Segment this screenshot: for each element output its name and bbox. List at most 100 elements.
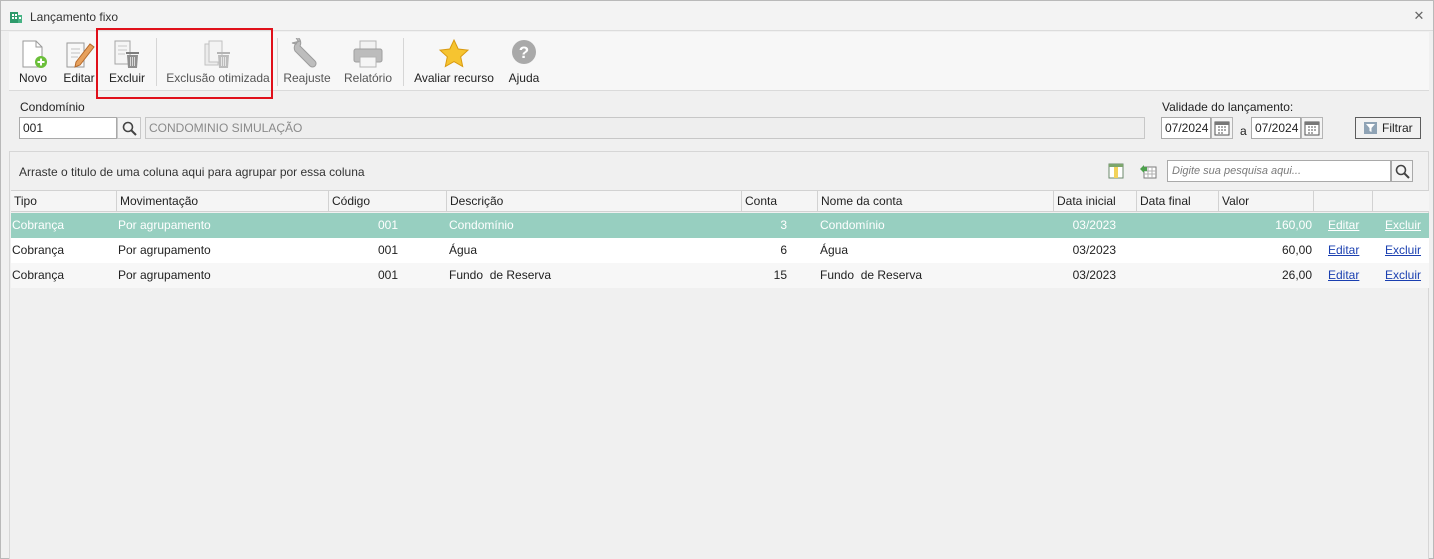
- wrench-icon: [291, 38, 317, 68]
- condominio-search-button[interactable]: [117, 117, 141, 139]
- rate-feature-label: Avaliar recurso: [414, 71, 494, 85]
- cell-conta: 15: [773, 268, 787, 282]
- adjust-button[interactable]: Reajuste: [283, 32, 331, 90]
- cell-movimentacao: Por agrupamento: [118, 218, 211, 232]
- cell-codigo: 001: [377, 218, 398, 232]
- grid-panel: Arraste o titulo de uma coluna aqui para…: [9, 151, 1429, 559]
- calendar-icon: [1214, 121, 1230, 136]
- adjust-label: Reajuste: [283, 71, 331, 85]
- svg-text:?: ?: [519, 43, 529, 62]
- delete-button[interactable]: Excluir: [105, 32, 149, 90]
- cell-valor: 26,00: [1281, 268, 1312, 282]
- help-label: Ajuda: [508, 71, 540, 85]
- new-label: Novo: [18, 71, 47, 85]
- grid-search-input[interactable]: Digite sua pesquisa aqui...: [1167, 160, 1391, 182]
- column-header-movimentacao[interactable]: Movimentação: [117, 191, 329, 211]
- column-header-descricao[interactable]: Descrição: [447, 191, 742, 211]
- cell-data-final: [1139, 238, 1217, 263]
- condominio-name-field: CONDOMINIO SIMULAÇÃO: [145, 117, 1145, 139]
- delete-link[interactable]: Excluir: [1385, 263, 1425, 288]
- cell-movimentacao: Por agrupamento: [118, 268, 211, 282]
- toolbar-separator: [156, 38, 157, 86]
- table-row[interactable]: Cobrança Por agrupamento 001 Condomínio …: [11, 213, 1429, 238]
- delete-document-icon: [114, 40, 139, 68]
- grid-header: Tipo Movimentação Código Descrição Conta…: [11, 190, 1429, 212]
- cell-movimentacao: Por agrupamento: [118, 243, 211, 257]
- column-header-delete: [1373, 191, 1429, 211]
- toolbar: Novo Editar Excluir Exclusão otimizada R…: [9, 32, 1429, 91]
- star-icon: [438, 38, 470, 68]
- cell-data-inicial: 03/2023: [1072, 243, 1116, 257]
- edit-link[interactable]: Editar: [1328, 238, 1368, 263]
- cell-tipo: Cobrança: [12, 218, 65, 232]
- column-header-conta[interactable]: Conta: [742, 191, 818, 211]
- edit-link[interactable]: Editar: [1328, 213, 1368, 238]
- date-to-calendar-button[interactable]: [1301, 117, 1323, 139]
- cell-descricao: Água: [449, 243, 478, 257]
- calendar-icon: [1304, 121, 1320, 136]
- cell-data-final: [1139, 213, 1217, 238]
- delete-link[interactable]: Excluir: [1385, 213, 1425, 238]
- cell-codigo: 001: [377, 243, 398, 257]
- export-grid-icon[interactable]: [1139, 163, 1157, 179]
- date-from-calendar-button[interactable]: [1211, 117, 1233, 139]
- rate-feature-button[interactable]: Avaliar recurso: [411, 32, 497, 90]
- cell-descricao: Condomínio: [449, 218, 514, 232]
- cell-tipo: Cobrança: [12, 268, 65, 282]
- group-by-hint: Arraste o titulo de uma coluna aqui para…: [19, 165, 365, 179]
- cell-descricao: Fundo de Reserva: [449, 268, 552, 282]
- condominio-label: Condomínio: [20, 100, 85, 114]
- column-header-valor[interactable]: Valor: [1219, 191, 1314, 211]
- window-title: Lançamento fixo: [30, 10, 119, 24]
- filter-button[interactable]: Filtrar: [1355, 117, 1421, 139]
- help-button[interactable]: ? Ajuda: [505, 32, 543, 90]
- condominio-code-input[interactable]: 001: [19, 117, 117, 139]
- optimized-delete-icon: [204, 40, 230, 68]
- title-bar: Lançamento fixo ✕: [1, 1, 1433, 31]
- column-header-tipo[interactable]: Tipo: [11, 191, 117, 211]
- cell-valor: 160,00: [1275, 218, 1312, 232]
- cell-conta: 3: [780, 218, 787, 232]
- cell-tipo: Cobrança: [12, 243, 65, 257]
- new-button[interactable]: Novo: [13, 32, 53, 90]
- cell-codigo: 001: [377, 268, 398, 282]
- edit-link[interactable]: Editar: [1328, 263, 1368, 288]
- cell-conta: 6: [780, 243, 787, 257]
- toolbar-separator: [277, 38, 278, 86]
- validity-label: Validade do lançamento:: [1162, 100, 1294, 114]
- grid-search-button[interactable]: [1391, 160, 1413, 182]
- column-header-codigo[interactable]: Código: [329, 191, 447, 211]
- date-from-input[interactable]: 07/2024: [1161, 117, 1211, 139]
- delete-link[interactable]: Excluir: [1385, 238, 1425, 263]
- filter-area: Condomínio 001 CONDOMINIO SIMULAÇÃO Vali…: [9, 93, 1429, 147]
- optimized-delete-button[interactable]: Exclusão otimizada: [163, 32, 273, 90]
- launch-window: Lançamento fixo ✕ Novo Editar Excluir Ex…: [0, 0, 1434, 559]
- cell-nome-conta: Fundo de Reserva: [820, 268, 923, 282]
- column-header-data-inicial[interactable]: Data inicial: [1054, 191, 1137, 211]
- column-chooser-icon[interactable]: [1108, 163, 1124, 179]
- report-label: Relatório: [343, 71, 393, 85]
- cell-valor: 60,00: [1281, 243, 1312, 257]
- search-icon: [1395, 164, 1410, 179]
- filter-button-label: Filtrar: [1382, 121, 1413, 135]
- table-row[interactable]: Cobrança Por agrupamento 001 Água 6 Água…: [11, 238, 1429, 263]
- cell-nome-conta: Água: [820, 243, 849, 257]
- search-icon: [122, 121, 137, 136]
- edit-button[interactable]: Editar: [57, 32, 101, 90]
- cell-data-inicial: 03/2023: [1072, 268, 1116, 282]
- cell-nome-conta: Condomínio: [820, 218, 885, 232]
- report-button[interactable]: Relatório: [341, 32, 395, 90]
- column-header-nome-conta[interactable]: Nome da conta: [818, 191, 1054, 211]
- close-icon[interactable]: ✕: [1412, 9, 1426, 23]
- funnel-icon: [1364, 122, 1377, 134]
- cell-data-inicial: 03/2023: [1072, 218, 1116, 232]
- printer-icon: [353, 40, 383, 68]
- edit-pencil-icon: [66, 42, 95, 68]
- table-row[interactable]: Cobrança Por agrupamento 001 Fundo de Re…: [11, 263, 1429, 288]
- date-to-input[interactable]: 07/2024: [1251, 117, 1301, 139]
- date-separator: a: [1240, 124, 1247, 138]
- column-header-edit: [1314, 191, 1373, 211]
- column-header-data-final[interactable]: Data final: [1137, 191, 1219, 211]
- edit-label: Editar: [63, 71, 95, 85]
- delete-label: Excluir: [108, 71, 145, 85]
